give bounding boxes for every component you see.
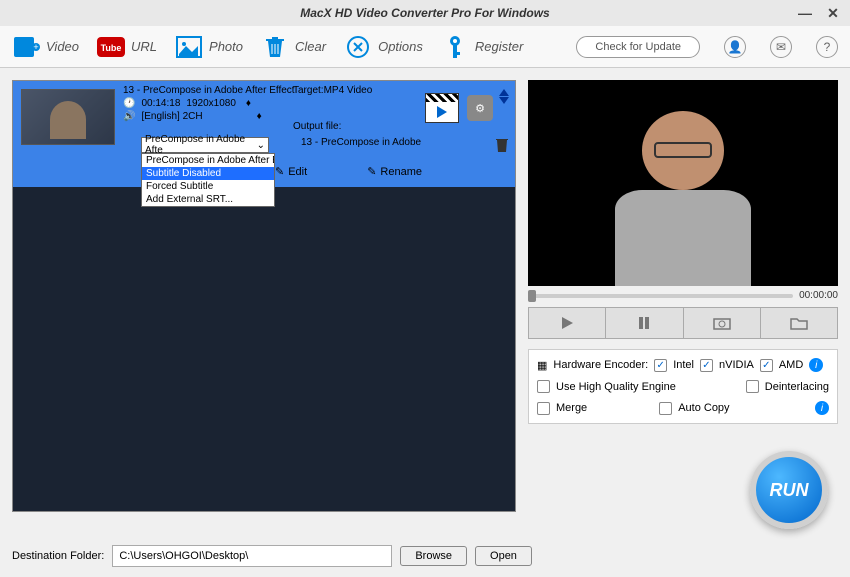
- dropdown-item[interactable]: Forced Subtitle: [142, 180, 274, 193]
- open-button[interactable]: Open: [475, 546, 532, 566]
- mail-button[interactable]: ✉: [770, 36, 792, 58]
- toolbar-clear[interactable]: Clear: [261, 33, 326, 61]
- destination-input[interactable]: [112, 545, 392, 567]
- browse-button[interactable]: Browse: [400, 546, 467, 566]
- file-item[interactable]: 13 - PreCompose in Adobe After Effect 🕐 …: [13, 81, 515, 187]
- close-button[interactable]: ✕: [824, 4, 842, 22]
- video-preview[interactable]: [528, 80, 838, 286]
- file-audio: [English] 2CH: [141, 111, 202, 122]
- video-icon: +: [12, 33, 40, 61]
- subtitle-dropdown-menu: PreCompose in Adobe After Ef Subtitle Di…: [141, 153, 275, 207]
- toolbar-options[interactable]: Options: [344, 33, 423, 61]
- nvidia-checkbox[interactable]: [700, 359, 713, 372]
- file-title: 13 - PreCompose in Adobe After Effect: [123, 85, 295, 96]
- speaker-icon: 🔊: [123, 111, 135, 122]
- info-icon[interactable]: i: [815, 401, 829, 415]
- hq-checkbox[interactable]: [537, 380, 550, 393]
- svg-text:Tube: Tube: [101, 43, 122, 53]
- folder-button[interactable]: [761, 308, 837, 338]
- intel-checkbox[interactable]: [654, 359, 667, 372]
- svg-text:+: +: [33, 42, 38, 52]
- move-down-button[interactable]: [499, 97, 509, 104]
- output-file-label: Output file:: [293, 121, 341, 132]
- settings-button[interactable]: ⚙: [467, 95, 493, 121]
- rename-button[interactable]: ✎Rename: [367, 165, 422, 178]
- titlebar: MacX HD Video Converter Pro For Windows …: [0, 0, 850, 26]
- info-icon[interactable]: i: [809, 358, 823, 372]
- target-label: Target:MP4 Video: [293, 85, 372, 96]
- rename-icon: ✎: [367, 165, 376, 178]
- time-display: 00:00:00: [799, 290, 838, 301]
- trash-icon: [261, 33, 289, 61]
- check-update-button[interactable]: Check for Update: [576, 36, 700, 58]
- options-icon: [344, 33, 372, 61]
- delete-item-button[interactable]: [495, 137, 509, 156]
- encoder-options: ▦ Hardware Encoder: Intel nVIDIA AMD i U…: [528, 349, 838, 424]
- toolbar-video[interactable]: + Video: [12, 33, 79, 61]
- file-list-panel: 13 - PreCompose in Adobe After Effect 🕐 …: [12, 80, 516, 512]
- edit-icon: ✎: [275, 165, 284, 178]
- preview-button[interactable]: [425, 93, 459, 123]
- help-button[interactable]: ?: [816, 36, 838, 58]
- youtube-icon: Tube: [97, 33, 125, 61]
- seek-bar[interactable]: [528, 294, 793, 298]
- main-toolbar: + Video Tube URL Photo Clear Options Reg…: [0, 26, 850, 68]
- deinterlace-checkbox[interactable]: [746, 380, 759, 393]
- key-icon: [441, 33, 469, 61]
- amd-checkbox[interactable]: [760, 359, 773, 372]
- toolbar-register[interactable]: Register: [441, 33, 523, 61]
- edit-button[interactable]: ✎Edit: [275, 165, 307, 178]
- dropdown-item[interactable]: PreCompose in Adobe After Ef: [142, 154, 274, 167]
- dropdown-item[interactable]: Add External SRT...: [142, 193, 274, 206]
- hw-encoder-label: Hardware Encoder:: [553, 359, 648, 371]
- autocopy-checkbox[interactable]: [659, 402, 672, 415]
- chip-icon: ▦: [537, 359, 547, 372]
- photo-icon: [175, 33, 203, 61]
- minimize-button[interactable]: —: [796, 4, 814, 22]
- move-up-button[interactable]: [499, 89, 509, 96]
- toolbar-photo[interactable]: Photo: [175, 33, 243, 61]
- dropdown-item[interactable]: Subtitle Disabled: [142, 167, 274, 180]
- account-button[interactable]: 👤: [724, 36, 746, 58]
- snapshot-button[interactable]: [684, 308, 761, 338]
- subtitle-dropdown[interactable]: PreCompose in Adobe Afte⌄: [141, 137, 269, 153]
- merge-checkbox[interactable]: [537, 402, 550, 415]
- run-button[interactable]: RUN: [750, 451, 828, 529]
- toolbar-url[interactable]: Tube URL: [97, 33, 157, 61]
- file-duration: 00:14:18: [141, 98, 180, 109]
- clock-icon: 🕐: [123, 98, 135, 109]
- file-thumbnail[interactable]: [21, 89, 115, 145]
- file-resolution: 1920x1080: [186, 98, 236, 109]
- destination-label: Destination Folder:: [12, 550, 104, 562]
- app-title: MacX HD Video Converter Pro For Windows: [300, 6, 549, 20]
- output-file-name: 13 - PreCompose in Adobe: [301, 137, 421, 148]
- pause-button[interactable]: [606, 308, 683, 338]
- play-button[interactable]: [529, 308, 606, 338]
